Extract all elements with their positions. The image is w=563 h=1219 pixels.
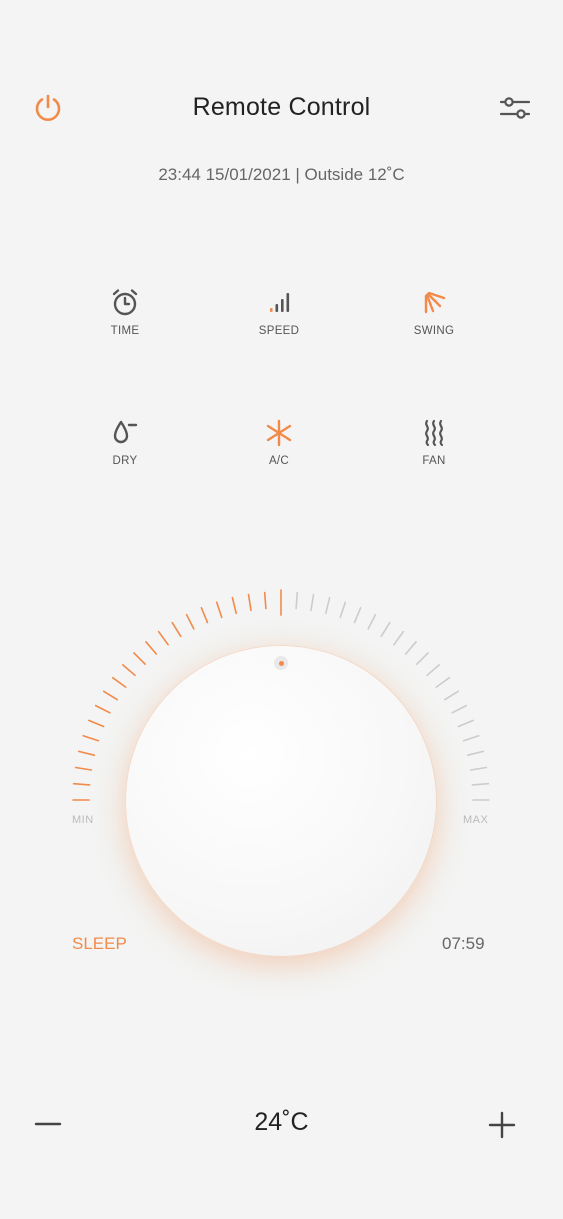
dial-tick [443, 690, 460, 701]
dial-tick [171, 621, 182, 638]
dial-tick [435, 676, 451, 688]
dial-tick [367, 613, 377, 630]
mode-swing-button[interactable]: SWING [374, 287, 494, 337]
mode-fan-button[interactable]: FAN [374, 417, 494, 467]
mode-dry-button[interactable]: DRY [65, 417, 185, 467]
dial-tick [185, 613, 195, 630]
dial-tick [451, 704, 468, 714]
temperature-knob[interactable] [125, 645, 437, 957]
dial-tick [88, 719, 105, 728]
dial-tick [82, 734, 100, 742]
mode-time-label: TIME [110, 325, 140, 337]
dial-tick [426, 664, 441, 677]
dial-tick [295, 591, 299, 610]
dial-tick [111, 676, 127, 688]
dial-tick [457, 719, 475, 728]
mode-time-button[interactable]: TIME [65, 287, 185, 337]
dial-tick [74, 766, 93, 771]
dial-tick [404, 640, 417, 655]
dial-tick [466, 750, 485, 757]
snowflake-icon [266, 419, 292, 447]
dial-tick [122, 664, 136, 677]
dial-tick [393, 630, 405, 646]
dial-tick [469, 766, 488, 771]
alarm-clock-icon [112, 289, 138, 316]
dial-tick [72, 782, 91, 786]
settings-button[interactable] [496, 90, 534, 126]
dial-tick [157, 630, 169, 646]
signal-bars-icon [270, 293, 290, 312]
sliders-icon [499, 97, 531, 119]
dial-min-label: MIN [72, 814, 94, 826]
swing-icon [424, 291, 446, 314]
dial-tick [247, 593, 252, 612]
mode-speed-label: SPEED [258, 325, 300, 337]
heat-waves-icon [425, 419, 444, 447]
dial-tick [94, 704, 111, 714]
timer-value: 07:59 [442, 934, 485, 953]
dial-tick [471, 782, 490, 786]
dial-tick [462, 734, 480, 742]
dial-tick [102, 690, 119, 701]
mode-swing-label: SWING [413, 325, 455, 337]
dial-tick [310, 593, 315, 612]
dial-max-label: MAX [463, 814, 489, 826]
dial-tick [77, 750, 96, 757]
dial-tick [339, 601, 347, 619]
dial-tick [353, 606, 362, 624]
mode-fan-label: FAN [422, 455, 446, 467]
plus-icon [488, 1111, 516, 1139]
dial-tick [145, 640, 158, 655]
mode-dry-label: DRY [112, 455, 138, 467]
status-line: 23:44 15/01/2021 | Outside 12˚C [158, 165, 405, 184]
dial-tick [215, 601, 223, 619]
mode-ac-label: A/C [268, 455, 290, 467]
dial-tick [380, 621, 391, 638]
temperature-value: 24˚C [254, 1108, 309, 1136]
dial-tick [324, 596, 331, 615]
page-title: Remote Control [192, 93, 371, 121]
increase-temperature-button[interactable] [484, 1105, 520, 1141]
mode-speed-button[interactable]: SPEED [219, 287, 339, 337]
knob-indicator-dot [279, 661, 284, 666]
dial-tick [263, 591, 267, 610]
dial-tick [133, 652, 146, 666]
droplet-icon [113, 420, 138, 444]
dial-tick [200, 606, 209, 624]
mode-ac-button[interactable]: A/C [219, 417, 339, 467]
sleep-button[interactable]: SLEEP [72, 934, 127, 954]
dial-tick [231, 596, 237, 615]
dial-tick [415, 652, 429, 666]
